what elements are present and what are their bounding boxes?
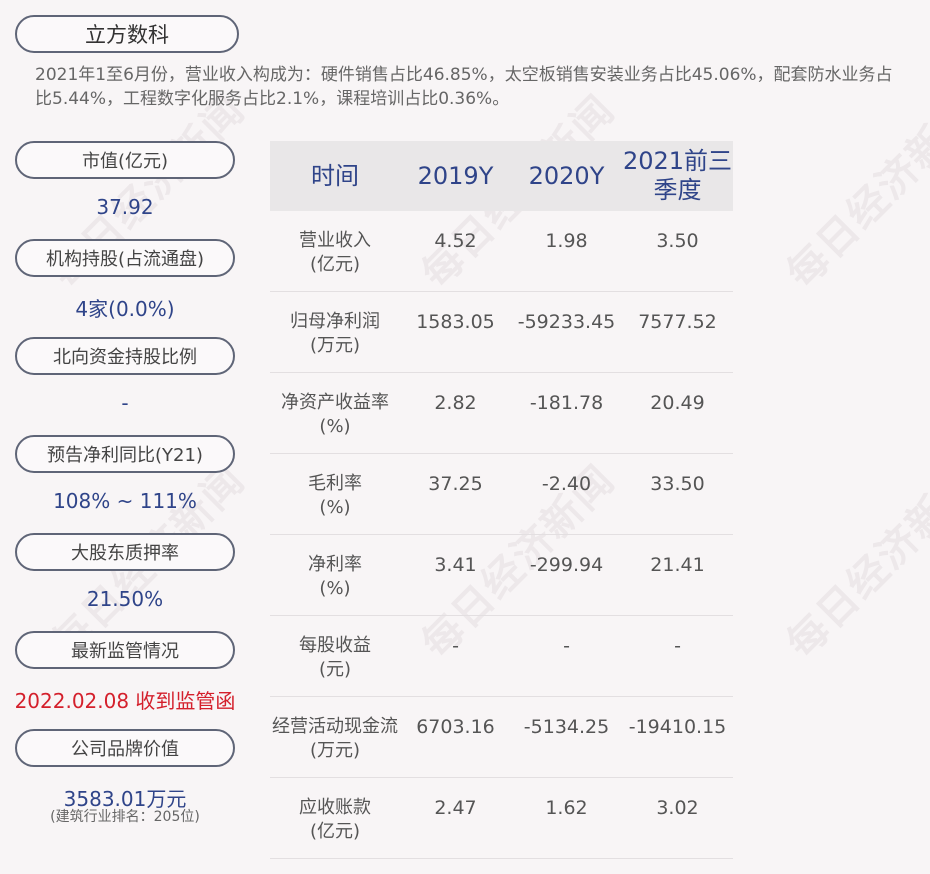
company-name-badge: 立方数科	[15, 15, 239, 53]
header-2021q3: 2021前三季度	[622, 147, 733, 204]
cell-value: -	[452, 635, 459, 657]
cell-value: -181.78	[529, 392, 604, 414]
table-row: 经营活动现金流 (万元) 6703.16 -5134.25 -19410.15	[270, 697, 733, 778]
table-row: 每股收益 (元) - - -	[270, 616, 733, 697]
profit-forecast-value: 108% ~ 111%	[53, 489, 197, 513]
table-row: 毛利率 (%) 37.25 -2.40 33.50	[270, 454, 733, 535]
cell-value: 6703.16	[416, 716, 495, 738]
row-label: 经营活动现金流 (万元)	[272, 716, 398, 761]
cell-value: -2.40	[541, 473, 592, 495]
table-row: 归母净利润 (万元) 1583.05 -59233.45 7577.52	[270, 292, 733, 373]
row-label: 毛利率 (%)	[308, 473, 362, 518]
header-2020: 2020Y	[528, 161, 605, 190]
cell-value: 1.62	[545, 797, 588, 819]
cell-value: 3.50	[656, 230, 699, 252]
pledge-ratio-value: 21.50%	[86, 587, 164, 611]
market-cap-value: 37.92	[96, 195, 154, 219]
cell-value: -5134.25	[523, 716, 610, 738]
brand-value-label: 公司品牌价值	[15, 729, 235, 767]
pledge-ratio-label: 大股东质押率	[15, 533, 235, 571]
institutional-holding-value: 4家(0.0%)	[75, 297, 175, 321]
cell-value: -	[563, 635, 570, 657]
table-row: 净利率 (%) 3.41 -299.94 21.41	[270, 535, 733, 616]
regulatory-status-value: 2022.02.08 收到监管函	[14, 689, 236, 713]
market-cap-label: 市值(亿元)	[15, 141, 235, 179]
cell-value: 20.49	[650, 392, 705, 414]
revenue-composition-text: 2021年1至6月份，营业收入构成为：硬件销售占比46.85%，太空板销售安装业…	[35, 65, 893, 109]
header-2019: 2019Y	[417, 161, 494, 190]
cell-value: -59233.45	[517, 311, 616, 333]
cell-value: 1.98	[545, 230, 588, 252]
row-label: 归母净利润 (万元)	[290, 311, 380, 356]
profit-forecast-label: 预告净利同比(Y21)	[15, 435, 235, 473]
watermark-text: 每日经济新闻	[778, 86, 930, 298]
cell-value: 33.50	[650, 473, 705, 495]
cell-value: 4.52	[434, 230, 477, 252]
northbound-holding-label: 北向资金持股比例	[15, 337, 235, 375]
cell-value: 37.25	[428, 473, 483, 495]
row-label: 应收账款 (亿元)	[299, 797, 371, 842]
cell-value: -	[674, 635, 681, 657]
cell-value: 2.82	[434, 392, 477, 414]
row-label: 净利率 (%)	[308, 554, 362, 599]
cell-value: 7577.52	[638, 311, 717, 333]
row-label: 每股收益 (元)	[299, 635, 371, 680]
table-row: 营业收入 (亿元) 4.52 1.98 3.50	[270, 211, 733, 292]
cell-value: 2.47	[434, 797, 477, 819]
brand-rank-note: (建筑行业排名：205位)	[50, 809, 200, 825]
cell-value: -299.94	[529, 554, 604, 576]
cell-value: 21.41	[650, 554, 705, 576]
row-label: 净资产收益率 (%)	[281, 392, 389, 437]
regulatory-status-label: 最新监管情况	[15, 631, 235, 669]
table-row: 应收账款 (亿元) 2.47 1.62 3.02	[270, 778, 733, 859]
cell-value: -19410.15	[628, 716, 727, 738]
cell-value: 3.02	[656, 797, 699, 819]
table-row: 净资产收益率 (%) 2.82 -181.78 20.49	[270, 373, 733, 454]
row-label: 营业收入 (亿元)	[299, 230, 371, 275]
institutional-holding-label: 机构持股(占流通盘)	[15, 239, 235, 277]
cell-value: 3.41	[434, 554, 477, 576]
watermark-text: 每日经济新闻	[778, 456, 930, 668]
cell-value: 1583.05	[416, 311, 495, 333]
financial-table-header: 时间 2019Y 2020Y 2021前三季度	[270, 141, 733, 211]
header-time: 时间	[311, 161, 359, 190]
northbound-holding-value: -	[121, 391, 129, 415]
